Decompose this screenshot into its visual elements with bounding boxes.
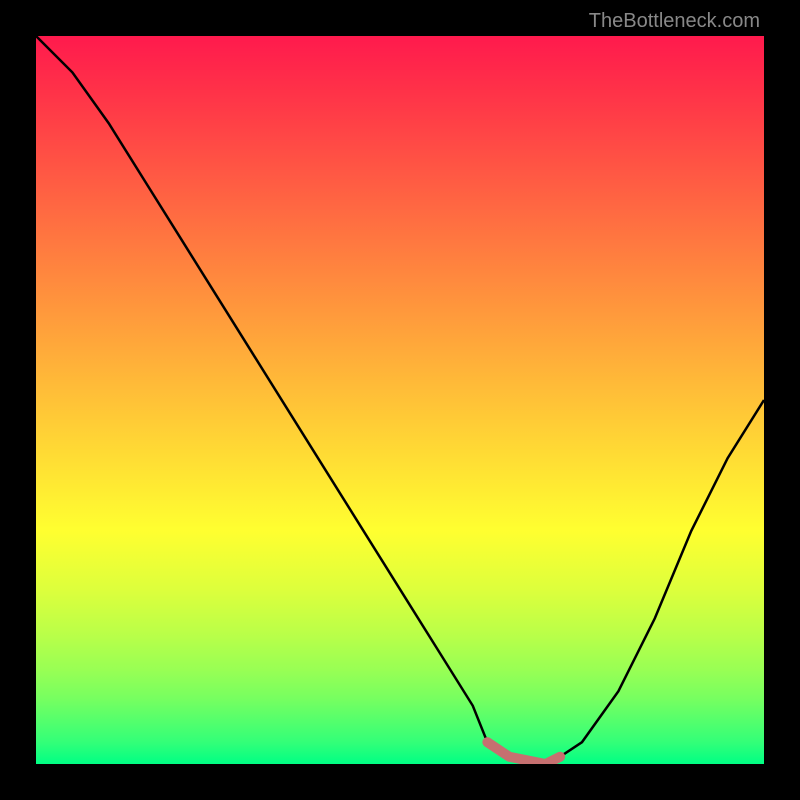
chart-curve [36, 36, 764, 764]
watermark-text: TheBottleneck.com [589, 10, 760, 33]
